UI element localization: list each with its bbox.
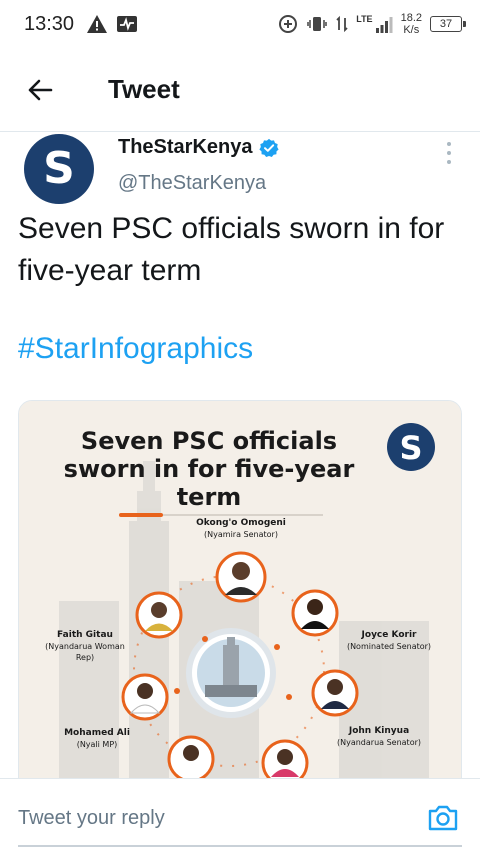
app-bar: Tweet: [0, 48, 480, 132]
reply-bar: Tweet your reply: [0, 778, 480, 854]
more-dot-icon: [447, 160, 451, 164]
author-name[interactable]: TheStarKenya: [118, 136, 279, 159]
vibrate-icon: [307, 17, 327, 31]
display-name: TheStarKenya: [118, 136, 253, 158]
status-right-icons: LTE 18.2 K/s 37: [278, 12, 466, 36]
status-bar: 13:30 LTE 18.2 K/s 37: [0, 0, 480, 48]
warning-icon: [87, 15, 108, 33]
battery-icon: 37: [430, 16, 466, 32]
status-time: 13:30: [24, 12, 75, 35]
camera-icon[interactable]: [426, 801, 460, 835]
more-dot-icon: [447, 151, 451, 155]
person-role: (Nyamira Senator): [204, 530, 278, 539]
tweet-text: Seven PSC officials sworn in for five-ye…: [18, 212, 445, 287]
infographic-headline-3: term: [177, 483, 242, 511]
activity-icon: [117, 16, 138, 32]
verified-badge-icon: [258, 138, 279, 157]
person-role: (Nyali MP): [77, 740, 118, 749]
person-role: (Nominated Senator): [347, 642, 431, 651]
person-name: Joyce Korir: [361, 630, 417, 640]
battery-level: 37: [439, 18, 453, 30]
tweet-detail: S TheStarKenya @TheStarKenya Seven PSC o…: [0, 132, 480, 778]
person-name: Faith Gitau: [57, 630, 113, 640]
person-name: Mohamed Ali: [64, 728, 130, 738]
person-name: Okong'o Omogeni: [196, 518, 286, 528]
back-arrow-icon: [28, 79, 53, 100]
person-bottom-right: [261, 739, 309, 778]
signal-icon: [375, 17, 393, 33]
person-bottom-left: [167, 735, 215, 778]
signal-group: LTE: [356, 14, 393, 34]
reply-input-underline: [18, 845, 462, 847]
person-role: (Nyandarua Woman: [45, 642, 125, 651]
data-saver-icon: [279, 15, 298, 33]
data-arrows-icon: [336, 15, 348, 33]
reply-input[interactable]: Tweet your reply: [18, 807, 165, 830]
person-name: John Kinyua: [348, 726, 409, 736]
person-role: Rep): [76, 653, 94, 662]
more-dot-icon: [447, 142, 451, 146]
lte-label: LTE: [356, 14, 373, 24]
avatar[interactable]: S: [24, 134, 94, 204]
author-handle[interactable]: @TheStarKenya: [118, 172, 266, 195]
infographic-headline-1: Seven PSC officials: [81, 427, 337, 455]
avatar-letter: S: [43, 143, 75, 194]
more-options-button[interactable]: [442, 138, 456, 168]
status-left-icons: [86, 14, 138, 34]
person-role: (Nyandarua Senator): [337, 738, 421, 747]
infographic-headline-2: sworn in for five-year: [64, 455, 355, 483]
page-title: Tweet: [108, 74, 180, 104]
logo-letter: S: [399, 429, 422, 467]
hashtag-link[interactable]: #StarInfographics: [18, 332, 253, 366]
net-speed: 18.2 K/s: [400, 12, 422, 36]
tweet-media-image[interactable]: S Seven PSC officials sworn in for five-…: [18, 400, 462, 778]
infographic-image: S Seven PSC officials sworn in for five-…: [19, 401, 461, 778]
back-button[interactable]: [0, 48, 80, 132]
